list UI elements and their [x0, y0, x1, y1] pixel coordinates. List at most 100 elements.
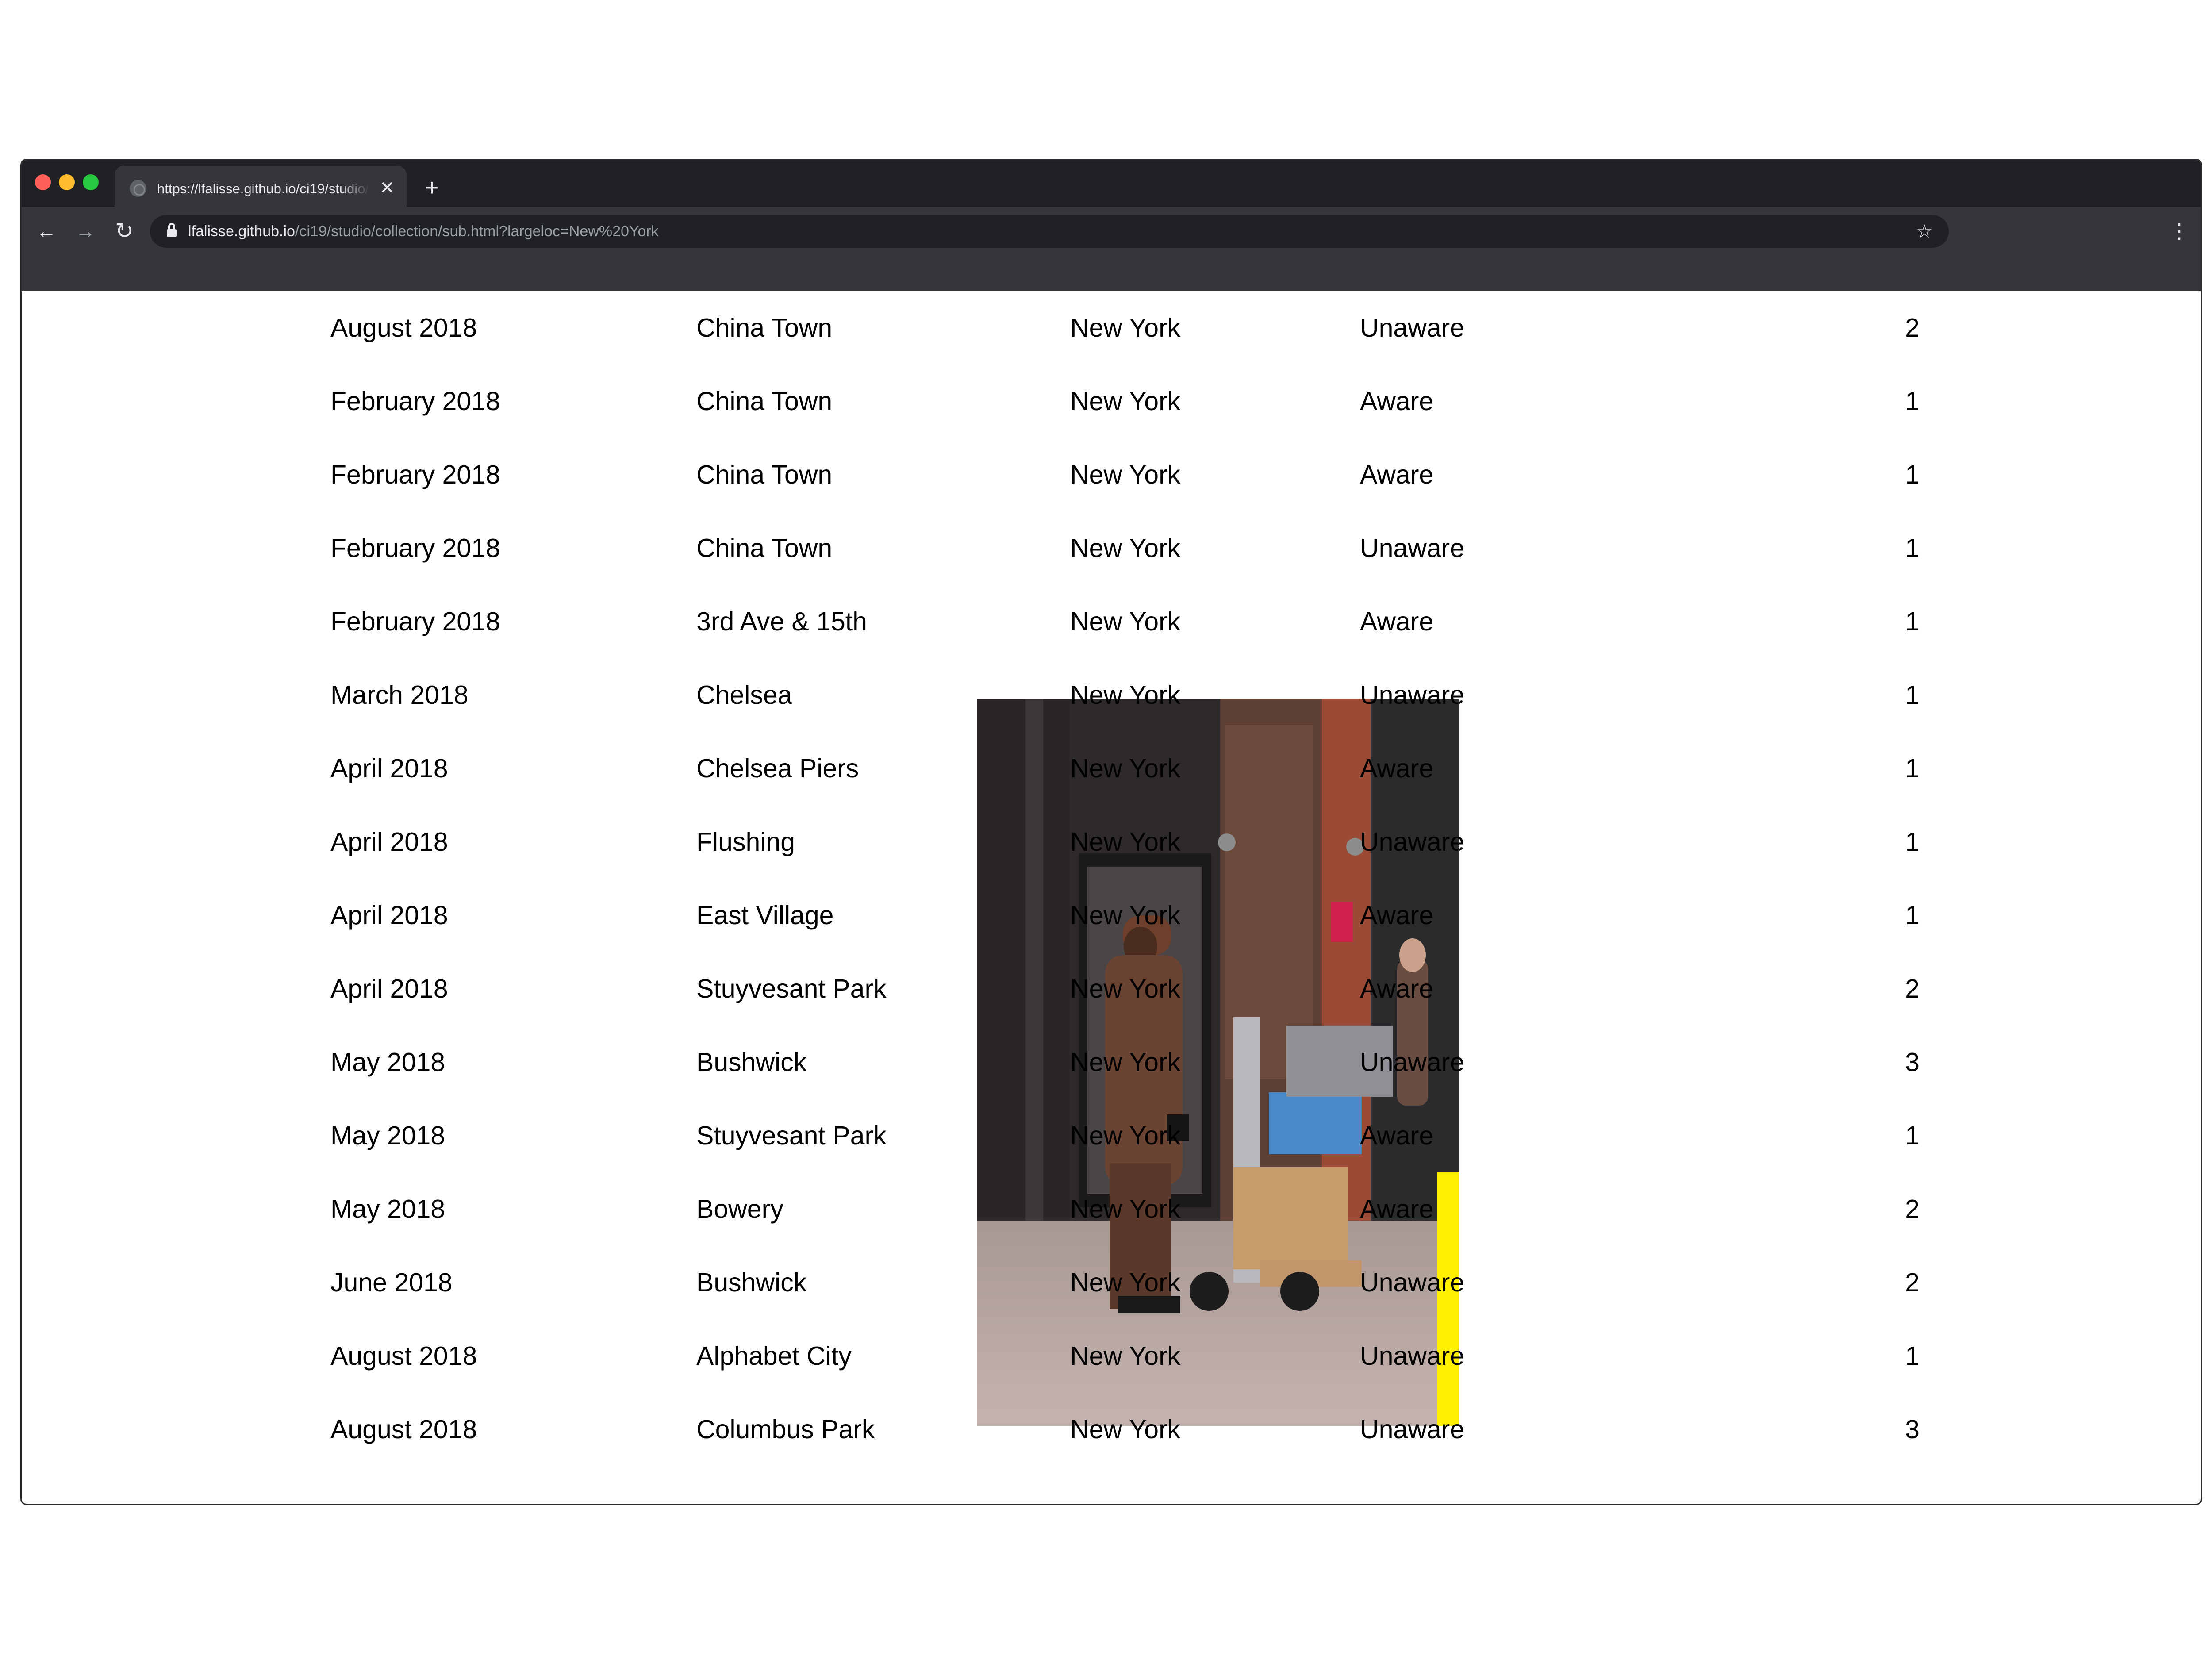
city-cell: New York	[1070, 1194, 1181, 1224]
kebab-menu-icon[interactable]: ⋮	[2168, 217, 2190, 245]
count-cell: 1	[1905, 387, 1920, 416]
city-cell: New York	[1070, 534, 1181, 563]
count-cell: 1	[1905, 901, 1920, 930]
globe-icon	[130, 180, 146, 197]
place-cell: China Town	[696, 387, 833, 416]
date-cell: August 2018	[330, 1415, 477, 1444]
browser-tab[interactable]: https://lfalisse.github.io/ci19/studio/c…	[115, 166, 407, 207]
city-cell: New York	[1070, 1048, 1181, 1077]
page-viewport[interactable]: August 2018 China Town New York Unaware 2 Feb…	[22, 291, 2201, 1504]
url-host: lfalisse.github.io	[188, 223, 295, 240]
city-cell: New York	[1070, 460, 1181, 489]
place-cell: East Village	[696, 901, 834, 930]
date-cell: August 2018	[330, 1341, 477, 1371]
city-cell: New York	[1070, 313, 1181, 342]
table-row[interactable]: February 2018 3rd Ave & 15th New York Aware…	[22, 585, 2201, 658]
close-icon[interactable]: ✕	[377, 178, 397, 198]
count-cell: 2	[1905, 1268, 1920, 1297]
awareness-cell: Aware	[1360, 607, 1434, 636]
date-cell: June 2018	[330, 1268, 453, 1297]
place-cell: Columbus Park	[696, 1415, 875, 1444]
table-row[interactable]: May 2018 Stuyvesant Park New York Aware 1	[22, 1099, 2201, 1172]
date-cell: May 2018	[330, 1121, 445, 1150]
table-row[interactable]: May 2018 Bowery New York Aware 2	[22, 1172, 2201, 1246]
city-cell: New York	[1070, 974, 1181, 1003]
awareness-cell: Unaware	[1360, 313, 1465, 342]
count-cell: 1	[1905, 460, 1920, 489]
date-cell: February 2018	[330, 607, 500, 636]
star-icon[interactable]: ☆	[1913, 220, 1936, 242]
date-cell: May 2018	[330, 1194, 445, 1224]
place-cell: China Town	[696, 534, 833, 563]
city-cell: New York	[1070, 754, 1181, 783]
place-cell: Stuyvesant Park	[696, 974, 887, 1003]
place-cell: Bowery	[696, 1194, 783, 1224]
table-row[interactable]: April 2018 East Village New York Aware 1	[22, 879, 2201, 952]
table-row[interactable]: August 2018 Alphabet City New York Unaware 1	[22, 1319, 2201, 1393]
city-cell: New York	[1070, 1121, 1181, 1150]
reload-icon[interactable]: ↻	[110, 217, 138, 245]
window-close-button[interactable]	[35, 174, 51, 190]
address-bar[interactable]: lfalisse.github.io/ci19/studio/collectio…	[150, 215, 1949, 248]
count-cell: 3	[1905, 1415, 1920, 1444]
awareness-cell: Aware	[1360, 901, 1434, 930]
city-cell: New York	[1070, 387, 1181, 416]
place-cell: Stuyvesant Park	[696, 1121, 887, 1150]
table-row[interactable]: May 2018 Bushwick New York Unaware 3	[22, 1025, 2201, 1099]
browser-window: https://lfalisse.github.io/ci19/studio/c…	[20, 159, 2202, 1505]
forward-arrow-icon[interactable]: →	[71, 217, 100, 245]
table-row[interactable]: February 2018 China Town New York Aware 1	[22, 365, 2201, 438]
awareness-cell: Unaware	[1360, 827, 1465, 856]
awareness-cell: Aware	[1360, 460, 1434, 489]
place-cell: 3rd Ave & 15th	[696, 607, 867, 636]
city-cell: New York	[1070, 1268, 1181, 1297]
awareness-cell: Aware	[1360, 1194, 1434, 1224]
table-row[interactable]: March 2018 Chelsea New York Unaware 1	[22, 658, 2201, 732]
count-cell: 1	[1905, 534, 1920, 563]
date-cell: March 2018	[330, 680, 469, 710]
tab-title: https://lfalisse.github.io/ci19/studio/c…	[157, 181, 369, 196]
city-cell: New York	[1070, 1415, 1181, 1444]
date-cell: February 2018	[330, 460, 500, 489]
awareness-cell: Aware	[1360, 387, 1434, 416]
date-cell: August 2018	[330, 313, 477, 342]
count-cell: 2	[1905, 1194, 1920, 1224]
count-cell: 1	[1905, 754, 1920, 783]
awareness-cell: Unaware	[1360, 534, 1465, 563]
count-cell: 3	[1905, 1048, 1920, 1077]
place-cell: Alphabet City	[696, 1341, 852, 1371]
date-cell: April 2018	[330, 827, 448, 856]
awareness-cell: Aware	[1360, 754, 1434, 783]
back-arrow-icon[interactable]: ←	[32, 217, 61, 245]
city-cell: New York	[1070, 827, 1181, 856]
table-row[interactable]: August 2018 Columbus Park New York Unaware 3	[22, 1393, 2201, 1466]
date-cell: February 2018	[330, 534, 500, 563]
url-text[interactable]: lfalisse.github.io/ci19/studio/collectio…	[188, 222, 659, 241]
count-cell: 1	[1905, 827, 1920, 856]
place-cell: Chelsea	[696, 680, 792, 710]
date-cell: February 2018	[330, 387, 500, 416]
city-cell: New York	[1070, 680, 1181, 710]
awareness-cell: Unaware	[1360, 1048, 1465, 1077]
lock-icon[interactable]	[167, 223, 177, 237]
table-row[interactable]: February 2018 China Town New York Unaware 1	[22, 511, 2201, 585]
city-cell: New York	[1070, 607, 1181, 636]
window-minimize-button[interactable]	[59, 174, 75, 190]
awareness-cell: Unaware	[1360, 680, 1465, 710]
window-maximize-button[interactable]	[83, 174, 99, 190]
browser-toolbar: ← → ↻ lfalisse.github.io/ci19/studio/col…	[22, 207, 2201, 291]
table-row[interactable]: February 2018 China Town New York Aware 1	[22, 438, 2201, 511]
date-cell: May 2018	[330, 1048, 445, 1077]
count-cell: 2	[1905, 974, 1920, 1003]
city-cell: New York	[1070, 901, 1181, 930]
table-row[interactable]: April 2018 Chelsea Piers New York Aware 1	[22, 732, 2201, 805]
plus-icon[interactable]: +	[420, 176, 444, 200]
awareness-cell: Aware	[1360, 1121, 1434, 1150]
table-row[interactable]: April 2018 Flushing New York Unaware 1	[22, 805, 2201, 879]
table-row[interactable]: June 2018 Bushwick New York Unaware 2	[22, 1246, 2201, 1319]
table-row[interactable]: April 2018 Stuyvesant Park New York Aware 2	[22, 952, 2201, 1025]
count-cell: 1	[1905, 1121, 1920, 1150]
place-cell: Bushwick	[696, 1268, 807, 1297]
place-cell: Bushwick	[696, 1048, 807, 1077]
table-row[interactable]: August 2018 China Town New York Unaware 2	[22, 291, 2201, 365]
